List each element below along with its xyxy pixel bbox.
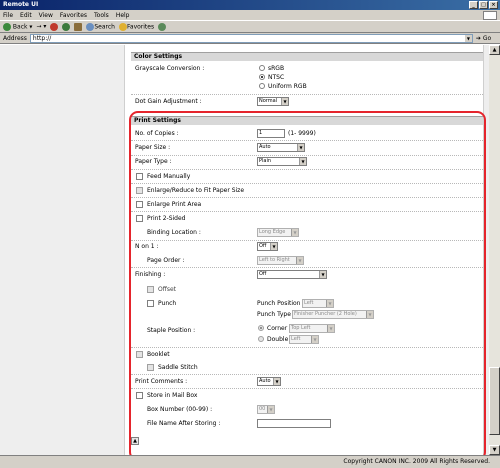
radio-srgb-label: sRGB xyxy=(268,65,285,72)
maximize-button[interactable]: □ xyxy=(479,1,488,9)
scroll-up-icon[interactable]: ▲ xyxy=(489,45,500,55)
favorites-star-icon xyxy=(119,22,127,31)
address-dropdown-icon[interactable]: ▼ xyxy=(464,34,472,42)
grayscale-label: Grayscale Conversion : xyxy=(135,65,205,72)
refresh-icon[interactable] xyxy=(62,22,71,31)
favorites-button[interactable]: Favorites xyxy=(119,22,154,31)
menu-file[interactable]: File xyxy=(3,12,13,19)
menu-tools[interactable]: Tools xyxy=(94,12,109,19)
browser-toolbar: Back ▾ → ▾ Search Favorites xyxy=(0,21,500,33)
forward-button[interactable]: → ▾ xyxy=(36,23,46,30)
windows-logo-icon xyxy=(483,11,497,20)
chevron-down-icon: ▼ xyxy=(281,98,288,105)
radio-ntsc[interactable] xyxy=(259,74,265,80)
menu-edit[interactable]: Edit xyxy=(20,12,32,19)
settings-panel: Color Settings Grayscale Conversion : sR… xyxy=(124,45,486,455)
minimize-button[interactable]: _ xyxy=(469,1,478,9)
home-icon[interactable] xyxy=(74,22,83,31)
dot-gain-label: Dot Gain Adjustment : xyxy=(135,98,202,105)
go-button[interactable]: ➔ Go xyxy=(476,35,491,42)
address-bar: Address http:// ▼ ➔ Go xyxy=(0,33,500,44)
window-title-bar: Remote UI _ □ × xyxy=(0,0,500,10)
color-settings-header: Color Settings xyxy=(131,52,483,61)
highlight-outline xyxy=(129,111,486,455)
search-button[interactable]: Search xyxy=(86,22,115,31)
page-viewport: Color Settings Grayscale Conversion : sR… xyxy=(0,45,489,455)
radio-uniform-rgb[interactable] xyxy=(259,83,265,89)
address-label: Address xyxy=(3,34,27,42)
menu-favorites[interactable]: Favorites xyxy=(60,12,87,19)
radio-uniform-rgb-label: Uniform RGB xyxy=(268,83,307,90)
menu-bar: File Edit View Favorites Tools Help xyxy=(0,10,500,21)
back-arrow-icon xyxy=(3,22,11,31)
vertical-scrollbar[interactable]: ▲ ▼ xyxy=(489,45,500,455)
close-button[interactable]: × xyxy=(489,1,498,9)
stop-icon[interactable] xyxy=(50,22,59,31)
back-to-top-icon[interactable]: ▲ xyxy=(131,437,139,445)
status-bar: Copyright CANON INC. 2009 All Rights Res… xyxy=(0,455,500,468)
copyright-text: Copyright CANON INC. 2009 All Rights Res… xyxy=(343,458,490,465)
history-icon[interactable] xyxy=(158,22,167,31)
radio-ntsc-label: NTSC xyxy=(268,74,285,81)
back-button[interactable]: Back ▾ xyxy=(3,22,32,31)
divider xyxy=(131,94,483,95)
radio-srgb[interactable] xyxy=(259,65,265,71)
scroll-thumb[interactable] xyxy=(489,367,500,435)
address-input[interactable]: http:// ▼ xyxy=(29,33,473,43)
scroll-down-icon[interactable]: ▼ xyxy=(489,445,500,455)
window-title: Remote UI xyxy=(3,1,39,8)
menu-help[interactable]: Help xyxy=(116,12,130,19)
dot-gain-select[interactable]: Normal ▼ xyxy=(257,97,289,106)
menu-view[interactable]: View xyxy=(39,12,53,19)
